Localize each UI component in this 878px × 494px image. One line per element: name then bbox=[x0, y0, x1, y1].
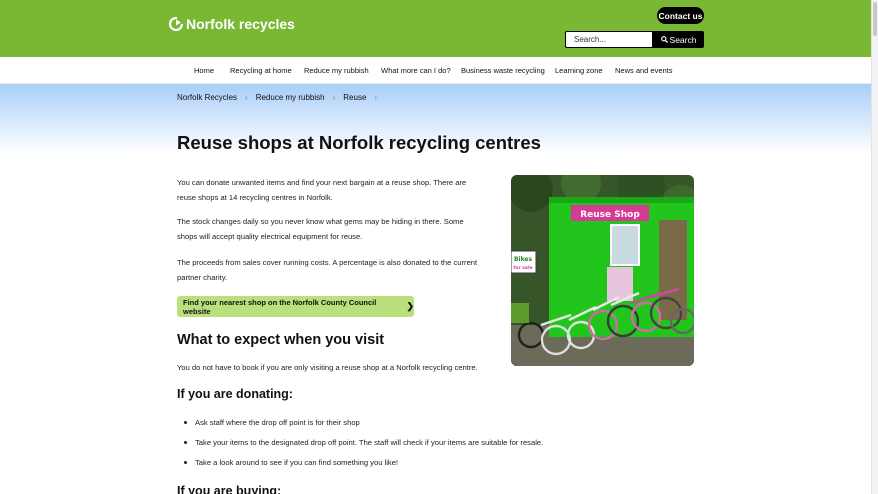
breadcrumb-norfolk-recycles[interactable]: Norfolk Recycles bbox=[177, 93, 237, 102]
nav-item-what-more-can-i-do[interactable]: What more can I do? bbox=[381, 66, 451, 75]
logo-text: Norfolk recycles bbox=[186, 16, 295, 32]
paragraph-line: The stock changes daily so you never kno… bbox=[177, 217, 464, 226]
nav-item-home[interactable]: Home bbox=[194, 66, 214, 75]
breadcrumb: Norfolk Recycles › Reduce my rubbish › R… bbox=[177, 93, 385, 102]
what-to-expect-heading: What to expect when you visit bbox=[177, 332, 385, 348]
paragraph-line: shops will accept quality electrical equ… bbox=[177, 232, 363, 241]
list-item-text: Take your items to the designated drop o… bbox=[195, 438, 544, 447]
chevron-right-icon: › bbox=[245, 93, 248, 102]
breadcrumb-reuse[interactable]: Reuse bbox=[343, 93, 366, 102]
find-nearest-shop-button[interactable]: Find your nearest shop on the Norfolk Co… bbox=[177, 296, 414, 317]
chevron-right-icon: › bbox=[332, 93, 336, 102]
bullet-icon bbox=[184, 441, 187, 444]
search-button-label: Search bbox=[669, 34, 697, 45]
bikes-sign-line2: for sale bbox=[513, 265, 532, 271]
site-header: Norfolk recycles Contact us Search... Se… bbox=[0, 0, 871, 57]
nav-item-recycling-at-home[interactable]: Recycling at home bbox=[230, 66, 292, 75]
proceeds-paragraph: The proceeds from sales cover running co… bbox=[177, 255, 497, 285]
recycle-logo-icon bbox=[168, 16, 184, 32]
search-button[interactable]: Search bbox=[653, 31, 704, 48]
site-logo[interactable]: Norfolk recycles bbox=[168, 16, 295, 32]
chevron-right-icon: › bbox=[374, 93, 378, 102]
search-icon bbox=[660, 36, 668, 43]
search-input[interactable]: Search... bbox=[565, 31, 653, 48]
bullet-icon bbox=[184, 421, 187, 424]
nav-item-business-waste-recycling[interactable]: Business waste recycling bbox=[461, 66, 545, 75]
contact-us-button[interactable]: Contact us bbox=[657, 7, 704, 24]
nav-item-reduce-my-rubbish[interactable]: Reduce my rubbish bbox=[304, 66, 369, 75]
main-navigation: Home Recycling at home Reduce my rubbish… bbox=[0, 57, 871, 84]
nav-item-learning-zone[interactable]: Learning zone bbox=[555, 66, 603, 75]
cta-label: Find your nearest shop on the Norfolk Co… bbox=[183, 297, 377, 316]
breadcrumb-reduce-my-rubbish[interactable]: Reduce my rubbish bbox=[256, 93, 325, 102]
shop-sign-text: Reuse Shop bbox=[580, 210, 640, 220]
list-item-text: Ask staff where the drop off point is fo… bbox=[195, 418, 360, 427]
paragraph-line: The proceeds from sales cover running co… bbox=[177, 258, 478, 267]
scrollbar-thumb[interactable] bbox=[873, 2, 877, 36]
nav-item-news-and-events[interactable]: News and events bbox=[615, 66, 673, 75]
buying-heading: If you are buying: bbox=[177, 484, 282, 494]
chevron-right-icon: ❯ bbox=[406, 301, 414, 311]
page-scrollbar[interactable] bbox=[871, 0, 878, 494]
donating-heading: If you are donating: bbox=[177, 387, 293, 401]
paragraph-line: reuse shops at 14 recycling centres in N… bbox=[177, 193, 333, 202]
reuse-shop-photo: Reuse Shop Bikes for sale bbox=[511, 175, 694, 366]
list-item: Ask staff where the drop off point is fo… bbox=[184, 418, 360, 427]
list-item: Take a look around to see if you can fin… bbox=[184, 458, 398, 467]
paragraph-line: partner charity. bbox=[177, 273, 228, 282]
bullet-icon bbox=[184, 461, 187, 464]
bikes-sign-line1: Bikes bbox=[514, 256, 533, 263]
intro-paragraph: You can donate unwanted items and find y… bbox=[177, 175, 497, 205]
paragraph-line: You can donate unwanted items and find y… bbox=[177, 178, 467, 187]
reuse-shop-illustration: Reuse Shop Bikes for sale bbox=[511, 175, 694, 366]
list-item: Take your items to the designated drop o… bbox=[184, 438, 543, 447]
what-to-expect-text: You do not have to book if you are only … bbox=[177, 363, 478, 372]
page-title: Reuse shops at Norfolk recycling centres bbox=[177, 132, 541, 153]
list-item-text: Take a look around to see if you can fin… bbox=[195, 458, 399, 467]
stock-paragraph: The stock changes daily so you never kno… bbox=[177, 214, 497, 244]
